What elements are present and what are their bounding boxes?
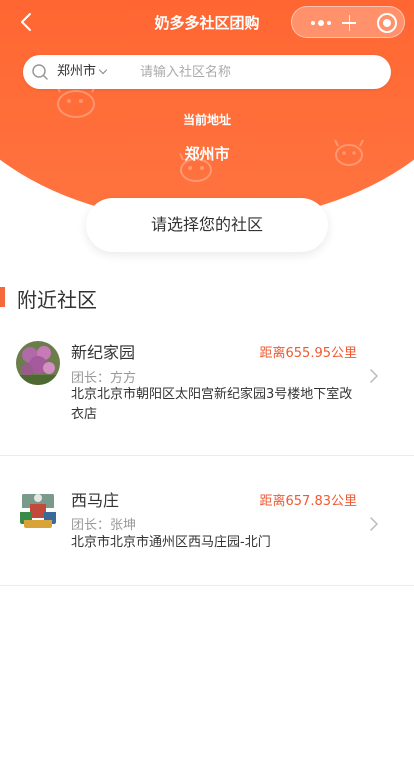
community-leader: 团长：张坤 [71, 518, 137, 533]
search-bar: 郑州市 [23, 55, 391, 89]
current-address-city: 郑州市 [184, 145, 230, 163]
current-address-label: 当前地址 [182, 113, 231, 127]
community-address: 北京市北京市通州区西马庄园-北门 [71, 535, 271, 550]
section-title: 附近社区 [17, 288, 97, 312]
community-name: 新纪家园 [71, 343, 136, 362]
capsule-divider [349, 15, 350, 31]
mini-program-capsule [291, 6, 405, 38]
page: 奶多多社区团购 郑州市 当前地址 郑州市 请选择 [0, 0, 414, 780]
community-avatar [16, 488, 60, 532]
chevron-down-icon [98, 65, 108, 75]
community-distance: 距离657.83公里 [259, 494, 358, 509]
community-address: 北京北京市朝阳区太阳宫新纪家园3号楼地下室改衣店 [71, 387, 353, 422]
more-dots-icon[interactable] [304, 16, 338, 30]
nav-bar: 奶多多社区团购 [0, 0, 414, 44]
search-icon [32, 64, 48, 80]
search-input[interactable] [140, 59, 380, 85]
community-distance: 距离655.95公里 [259, 346, 358, 361]
community-leader: 团长：方方 [71, 371, 137, 386]
chevron-right-icon [370, 517, 378, 531]
community-item[interactable]: 新纪家园 距离655.95公里 团长：方方 北京北京市朝阳区太阳宫新纪家园3号楼… [0, 326, 414, 456]
city-select-label: 郑州市 [57, 64, 97, 79]
close-circle-icon[interactable] [377, 13, 397, 33]
community-item[interactable]: 西马庄 距离657.83公里 团长：张坤 北京市北京市通州区西马庄园-北门 [0, 456, 414, 586]
section-accent-bar [0, 287, 5, 307]
community-name: 西马庄 [71, 491, 120, 510]
select-community-button[interactable]: 请选择您的社区 [86, 198, 328, 252]
city-select[interactable]: 郑州市 [57, 55, 108, 89]
chevron-right-icon [370, 369, 378, 383]
community-avatar [16, 341, 60, 385]
